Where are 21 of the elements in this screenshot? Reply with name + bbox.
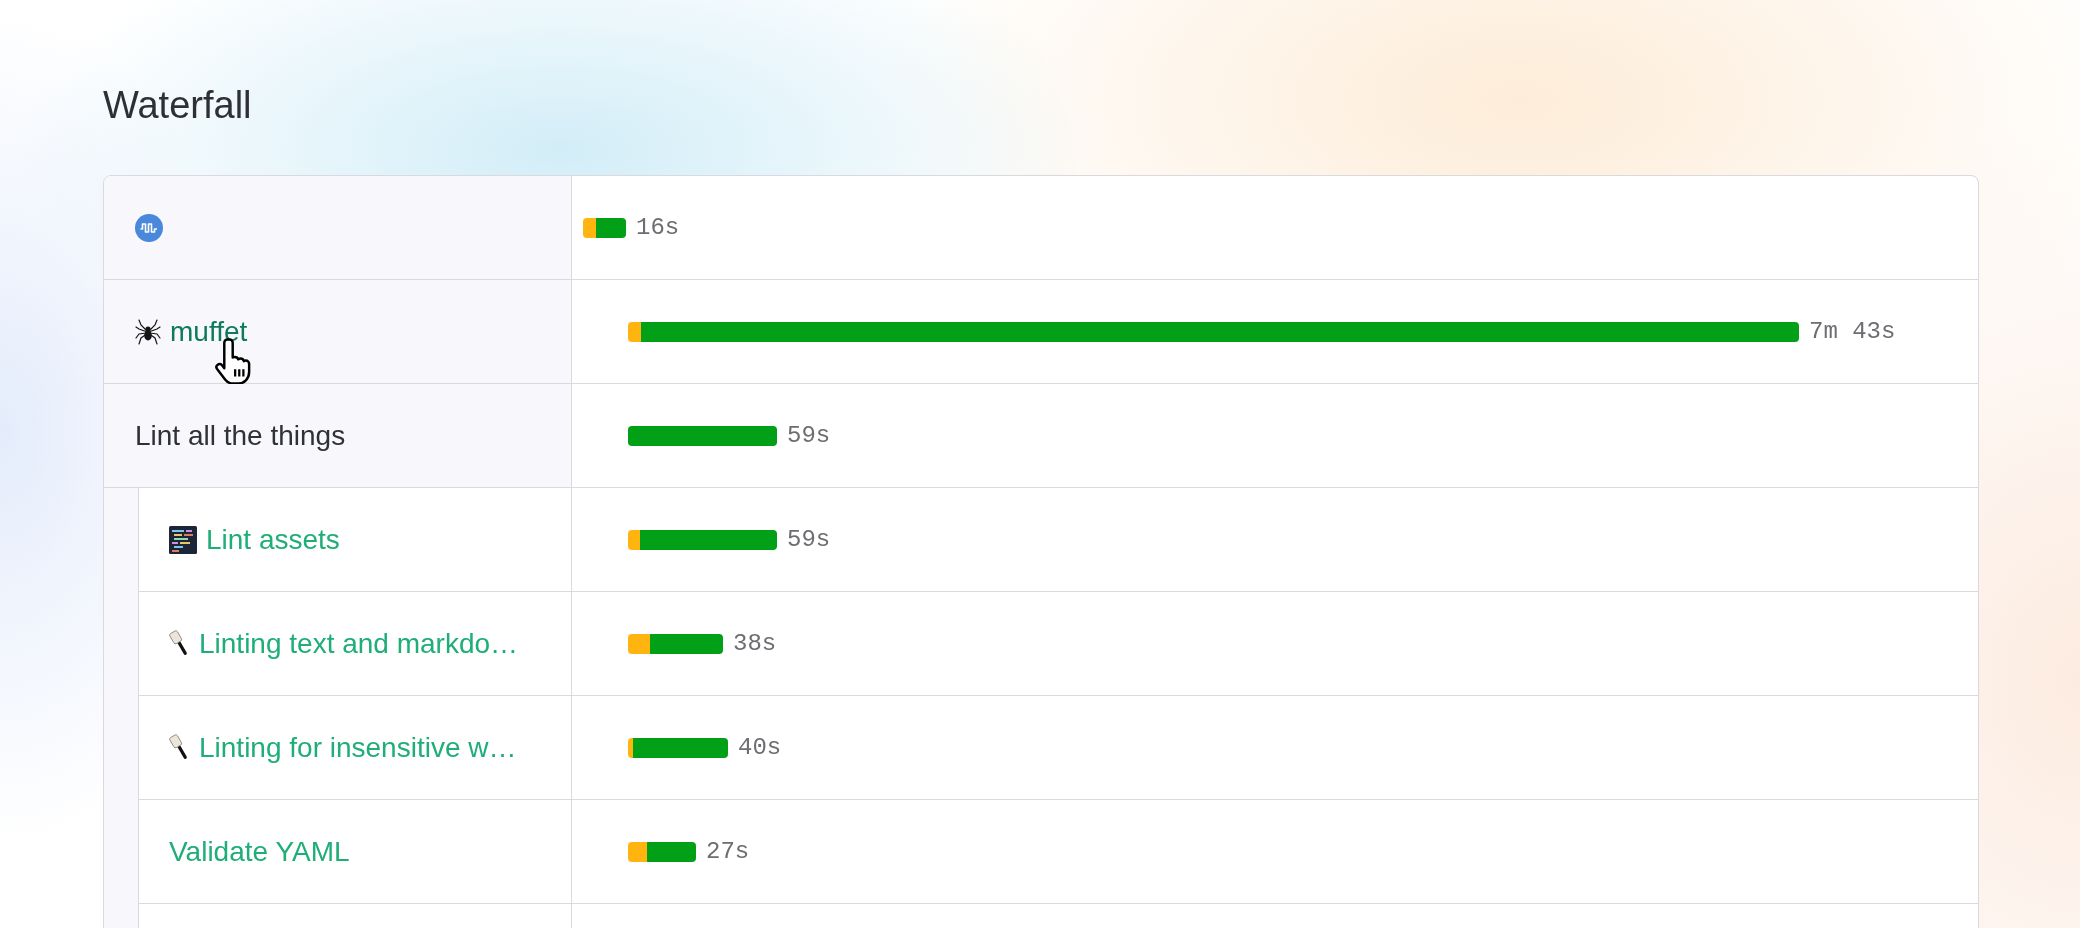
job-link[interactable]: Linting text and markdo… — [199, 626, 519, 661]
duration-label: 27s — [706, 837, 750, 866]
duration-label: 59s — [787, 421, 831, 450]
job-link[interactable]: muffet — [170, 314, 248, 349]
duration-label: 7m 43s — [1809, 317, 1896, 346]
lint-roller-icon — [169, 733, 190, 762]
timing-bar — [583, 217, 626, 238]
spider-icon — [135, 318, 161, 345]
duration-label: 16s — [636, 213, 680, 242]
duration-label: 40s — [738, 733, 782, 762]
job-link[interactable]: Lint assets — [206, 522, 340, 557]
job-link[interactable]: Validate YAML — [169, 834, 350, 869]
timing-bar — [628, 841, 696, 862]
job-link[interactable]: Linting for insensitive w… — [199, 730, 517, 765]
square-wave-icon — [135, 213, 163, 242]
duration-label: 38s — [733, 629, 777, 658]
lint-roller-icon — [169, 629, 190, 658]
group-name: Lint all the things — [135, 418, 346, 453]
page-title: Waterfall — [103, 83, 252, 128]
code-thumbnail-icon — [169, 525, 197, 554]
duration-label: 59s — [787, 525, 831, 554]
